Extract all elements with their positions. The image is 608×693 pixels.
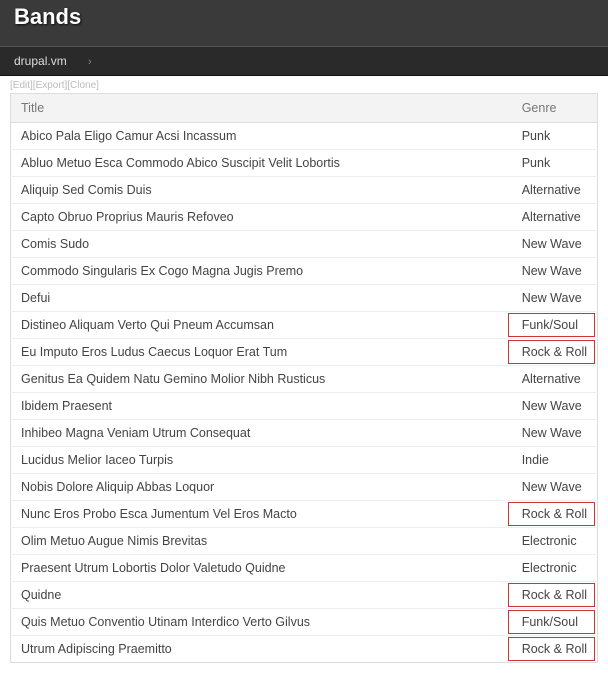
view-action-links: [Edit][Export][Clone] bbox=[10, 78, 598, 93]
cell-genre: Funk/Soul bbox=[512, 312, 598, 339]
page-title: Bands bbox=[14, 4, 594, 30]
table-row[interactable]: Commodo Singularis Ex Cogo Magna Jugis P… bbox=[11, 258, 598, 285]
table-row[interactable]: Nobis Dolore Aliquip Abbas LoquorNew Wav… bbox=[11, 474, 598, 501]
table-row[interactable]: Comis SudoNew Wave bbox=[11, 231, 598, 258]
cell-title: Abluo Metuo Esca Commodo Abico Suscipit … bbox=[11, 150, 512, 177]
table-row[interactable]: Abluo Metuo Esca Commodo Abico Suscipit … bbox=[11, 150, 598, 177]
chevron-right-icon: › bbox=[88, 56, 92, 68]
cell-genre: Rock & Roll bbox=[512, 636, 598, 663]
cell-title: Utrum Adipiscing Praemitto bbox=[11, 636, 512, 663]
table-row[interactable]: Distineo Aliquam Verto Qui Pneum Accumsa… bbox=[11, 312, 598, 339]
table-row[interactable]: Lucidus Melior Iaceo TurpisIndie bbox=[11, 447, 598, 474]
breadcrumb-home-link[interactable]: drupal.vm bbox=[14, 54, 67, 68]
cell-title: Nobis Dolore Aliquip Abbas Loquor bbox=[11, 474, 512, 501]
table-row[interactable]: Capto Obruo Proprius Mauris RefoveoAlter… bbox=[11, 204, 598, 231]
cell-genre: New Wave bbox=[512, 258, 598, 285]
table-row[interactable]: Genitus Ea Quidem Natu Gemino Molior Nib… bbox=[11, 366, 598, 393]
cell-genre: Alternative bbox=[512, 177, 598, 204]
table-row[interactable]: DefuiNew Wave bbox=[11, 285, 598, 312]
cell-title: Commodo Singularis Ex Cogo Magna Jugis P… bbox=[11, 258, 512, 285]
cell-genre: New Wave bbox=[512, 285, 598, 312]
cell-genre: New Wave bbox=[512, 420, 598, 447]
table-header-row: Title Genre bbox=[11, 94, 598, 123]
cell-genre: New Wave bbox=[512, 393, 598, 420]
table-row[interactable]: QuidneRock & Roll bbox=[11, 582, 598, 609]
bands-table: Title Genre Abico Pala Eligo Camur Acsi … bbox=[10, 93, 598, 663]
cell-title: Nunc Eros Probo Esca Jumentum Vel Eros M… bbox=[11, 501, 512, 528]
header-bar: Bands bbox=[0, 0, 608, 46]
cell-title: Aliquip Sed Comis Duis bbox=[11, 177, 512, 204]
cell-genre: Punk bbox=[512, 123, 598, 150]
cell-title: Olim Metuo Augue Nimis Brevitas bbox=[11, 528, 512, 555]
cell-genre: Rock & Roll bbox=[512, 339, 598, 366]
cell-genre: New Wave bbox=[512, 231, 598, 258]
col-genre-header[interactable]: Genre bbox=[512, 94, 598, 123]
cell-genre: Electronic bbox=[512, 555, 598, 582]
cell-genre: Electronic bbox=[512, 528, 598, 555]
cell-title: Genitus Ea Quidem Natu Gemino Molior Nib… bbox=[11, 366, 512, 393]
cell-title: Eu Imputo Eros Ludus Caecus Loquor Erat … bbox=[11, 339, 512, 366]
table-row[interactable]: Ibidem PraesentNew Wave bbox=[11, 393, 598, 420]
cell-genre: Alternative bbox=[512, 204, 598, 231]
col-title-header[interactable]: Title bbox=[11, 94, 512, 123]
table-row[interactable]: Quis Metuo Conventio Utinam Interdico Ve… bbox=[11, 609, 598, 636]
table-row[interactable]: Nunc Eros Probo Esca Jumentum Vel Eros M… bbox=[11, 501, 598, 528]
cell-title: Comis Sudo bbox=[11, 231, 512, 258]
cell-genre: Rock & Roll bbox=[512, 582, 598, 609]
table-row[interactable]: Utrum Adipiscing PraemittoRock & Roll bbox=[11, 636, 598, 663]
table-row[interactable]: Abico Pala Eligo Camur Acsi IncassumPunk bbox=[11, 123, 598, 150]
cell-genre: Funk/Soul bbox=[512, 609, 598, 636]
breadcrumb: drupal.vm › bbox=[0, 46, 608, 76]
table-row[interactable]: Eu Imputo Eros Ludus Caecus Loquor Erat … bbox=[11, 339, 598, 366]
cell-genre: Indie bbox=[512, 447, 598, 474]
cell-title: Quidne bbox=[11, 582, 512, 609]
cell-genre: Punk bbox=[512, 150, 598, 177]
cell-title: Praesent Utrum Lobortis Dolor Valetudo Q… bbox=[11, 555, 512, 582]
cell-title: Capto Obruo Proprius Mauris Refoveo bbox=[11, 204, 512, 231]
cell-genre: Rock & Roll bbox=[512, 501, 598, 528]
content-area: [Edit][Export][Clone] Title Genre Abico … bbox=[0, 76, 608, 693]
cell-title: Defui bbox=[11, 285, 512, 312]
cell-title: Distineo Aliquam Verto Qui Pneum Accumsa… bbox=[11, 312, 512, 339]
edit-link[interactable]: [Edit] bbox=[10, 80, 33, 91]
cell-title: Abico Pala Eligo Camur Acsi Incassum bbox=[11, 123, 512, 150]
table-row[interactable]: Inhibeo Magna Veniam Utrum ConsequatNew … bbox=[11, 420, 598, 447]
table-row[interactable]: Praesent Utrum Lobortis Dolor Valetudo Q… bbox=[11, 555, 598, 582]
cell-genre: New Wave bbox=[512, 474, 598, 501]
export-link[interactable]: [Export] bbox=[33, 80, 67, 91]
table-row[interactable]: Aliquip Sed Comis DuisAlternative bbox=[11, 177, 598, 204]
cell-title: Lucidus Melior Iaceo Turpis bbox=[11, 447, 512, 474]
cell-title: Ibidem Praesent bbox=[11, 393, 512, 420]
clone-link[interactable]: [Clone] bbox=[67, 80, 99, 91]
table-row[interactable]: Olim Metuo Augue Nimis BrevitasElectroni… bbox=[11, 528, 598, 555]
cell-title: Inhibeo Magna Veniam Utrum Consequat bbox=[11, 420, 512, 447]
cell-title: Quis Metuo Conventio Utinam Interdico Ve… bbox=[11, 609, 512, 636]
cell-genre: Alternative bbox=[512, 366, 598, 393]
